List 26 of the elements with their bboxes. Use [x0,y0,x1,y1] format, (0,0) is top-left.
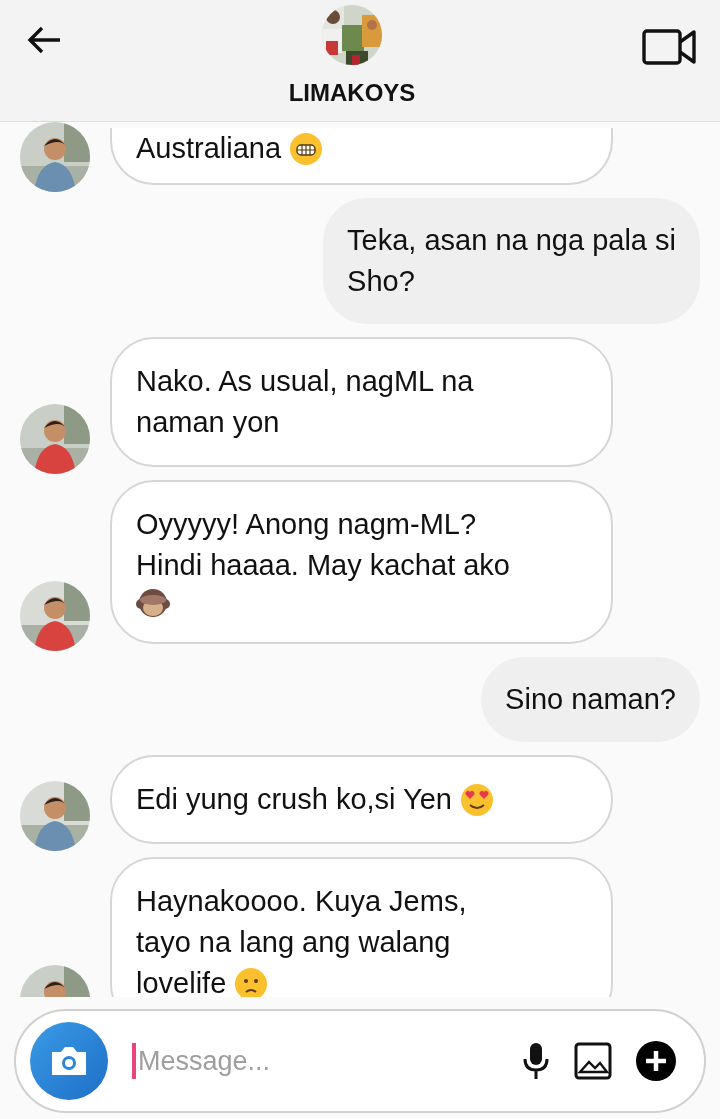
message-text: Australiana [136,128,587,169]
message-text: Nako. As usual, nagML na [136,364,475,399]
message-text: Haynakoooo. Kuya Jems, [136,884,468,919]
camera-icon [49,1044,89,1078]
message-text: naman yon [136,405,281,440]
message-text: Sino naman? [505,682,676,717]
heart-eyes-emoji-icon [460,782,494,817]
chat-title: LIMAKOYS [288,79,416,107]
monkey-emoji-icon [136,586,170,620]
message-text: tayo na lang ang walang [136,925,452,960]
text-cursor [132,1043,136,1079]
message-field[interactable]: Message... [136,1045,498,1077]
gallery-icon[interactable] [574,1042,612,1080]
grinning-emoji-icon [289,131,324,166]
video-camera-icon[interactable] [642,29,696,65]
message-text: Hindi haaaa. May kachat ako [136,548,511,583]
message-text: Teka, asan na nga pala si [347,223,676,258]
plus-icon[interactable] [636,1041,676,1081]
message-text: lovelife [136,963,587,997]
back-arrow-icon[interactable] [26,25,62,55]
message-text: Sho? [347,264,416,299]
message-text: Oyyyyy! Anong nagm-ML? [136,507,478,542]
sad-emoji-icon [234,966,269,997]
camera-button[interactable] [30,1022,108,1100]
microphone-icon[interactable] [522,1041,550,1081]
message-text: Edi yung crush ko,si Yen [136,779,587,820]
